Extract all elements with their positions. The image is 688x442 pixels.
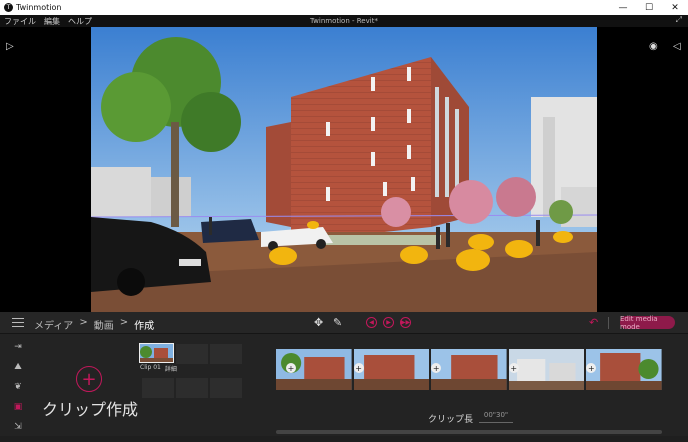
3d-viewport[interactable] [91,27,597,312]
empty-clip-slot[interactable] [210,344,242,364]
move-icon[interactable]: ✥ [314,316,323,329]
clip-length-input[interactable]: 00"30" [479,411,513,423]
empty-clip-slot[interactable] [176,344,208,364]
window-titlebar: T Twinmotion — ☐ ✕ [0,0,688,15]
menu-icon[interactable] [12,318,24,327]
clip-name: Clip 01 [140,364,161,371]
close-button[interactable]: ✕ [662,3,688,13]
timeline-scrollbar[interactable] [276,430,662,434]
left-rail: ⇥ ⛰ ❦ ▣ ⇲ [10,342,28,442]
keyframe-strip: + + + + + [276,349,662,390]
media-panel: メディア > 動画 > 作成 ✥ ✎ ◀ ▶ ▶▶ ↶ Edit media m… [0,312,688,436]
keyframe-image [586,349,662,390]
empty-clip-slot[interactable] [176,378,208,398]
breadcrumb-create: 作成 [134,321,155,332]
breadcrumb-separator: > [119,317,129,328]
breadcrumb-separator: > [79,317,88,328]
breadcrumb-media[interactable]: メディア [34,317,73,332]
twinmotion-logo-icon: T [4,3,13,12]
leaf-icon[interactable]: ❦ [10,382,26,394]
clip-detail-link[interactable]: 詳細 [165,364,177,373]
clip-preview-image [140,344,173,362]
menu-file[interactable]: ファイル [0,16,40,27]
keyframe[interactable]: + [431,349,507,390]
video-icon[interactable]: ▣ [10,402,26,414]
pen-icon[interactable]: ✎ [333,316,342,329]
expand-left-panel-icon[interactable]: ▷ [6,41,14,52]
minimize-button[interactable]: — [610,3,636,13]
eye-icon[interactable]: ◉ [649,41,658,52]
window-controls: — ☐ ✕ [610,3,688,13]
keyframe[interactable]: + [353,349,430,390]
export-icon[interactable]: ⇲ [10,422,26,434]
next-button[interactable]: ▶▶ [400,317,411,328]
empty-clip-slot[interactable] [142,378,174,398]
viewport-area: ▷ ◉ ◁ [0,27,688,312]
add-keyframe-icon[interactable]: + [508,363,519,373]
clip-label: Clip 01 詳細 [140,364,177,373]
keyframe-image [353,349,430,390]
breadcrumb-video[interactable]: 動画 [94,317,114,332]
scene-render [91,27,597,312]
expand-right-panel-icon[interactable]: ◁ [673,41,681,52]
fullscreen-icon[interactable]: ⤢ [676,15,682,25]
keyframe[interactable]: + [276,349,352,390]
edit-media-mode-button[interactable]: Edit media mode [620,315,675,331]
keyframe-image [431,349,507,390]
add-keyframe-icon[interactable]: + [286,363,296,373]
import-icon[interactable]: ⇥ [10,342,26,354]
keyframe[interactable]: + [586,349,662,390]
keyframe[interactable]: + [508,349,585,390]
clip-length-label: クリップ長 [428,415,474,425]
add-clip-button[interactable]: + [76,366,102,392]
keyframe-image [508,349,585,390]
create-clip-label: クリップ作成 [42,400,139,419]
divider [608,317,609,329]
menu-edit[interactable]: 編集 [40,16,64,27]
menubar: ファイル 編集 ヘルプ Twinmotion - Revit* ⤢ [0,15,688,27]
clip-thumbnail[interactable] [139,343,174,363]
empty-clip-slot[interactable] [210,378,242,398]
previous-button[interactable]: ◀ [366,317,377,328]
document-title: Twinmotion - Revit* [310,17,378,25]
add-keyframe-icon[interactable]: + [353,363,364,373]
app-name: Twinmotion [16,3,62,12]
menu-help[interactable]: ヘルプ [64,16,96,27]
undo-icon[interactable]: ↶ [589,316,598,329]
play-button[interactable]: ▶ [383,317,394,328]
maximize-button[interactable]: ☐ [636,3,662,13]
breadcrumb: メディア > 動画 > 作成 [34,317,154,332]
terrain-icon[interactable]: ⛰ [10,362,26,374]
panel-header: メディア > 動画 > 作成 ✥ ✎ ◀ ▶ ▶▶ ↶ Edit media m… [0,312,688,334]
